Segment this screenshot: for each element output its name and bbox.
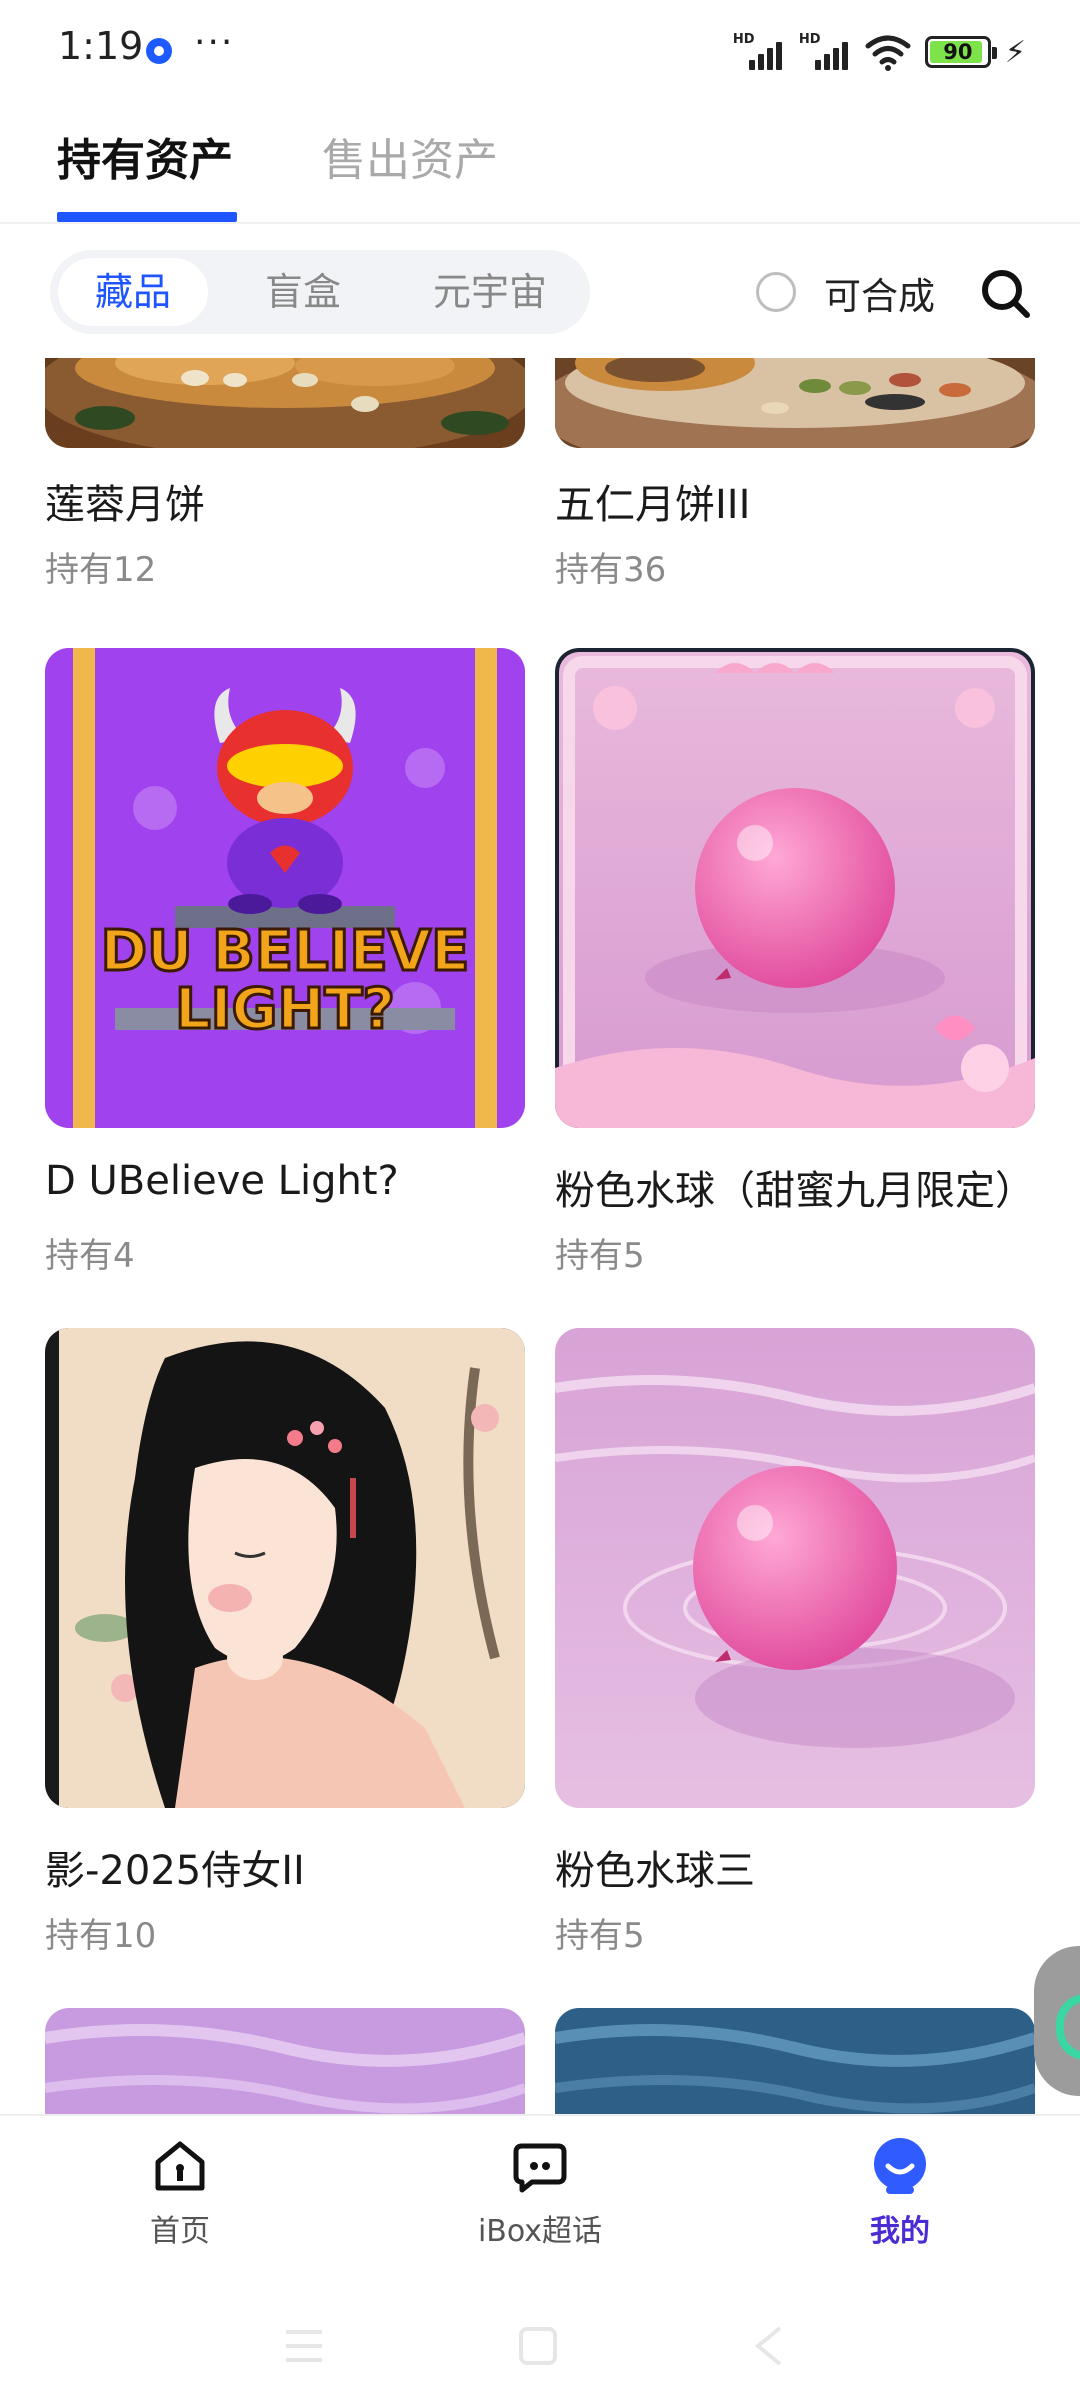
- collectible-card[interactable]: [555, 2008, 1035, 2114]
- asset-tabs: 持有资产 售出资产: [0, 100, 1080, 224]
- combinable-label[interactable]: 可合成: [824, 266, 935, 320]
- collectible-count: 持有10: [45, 1916, 157, 1956]
- profile-icon: [874, 2138, 926, 2194]
- nav-me-label: 我的: [870, 2214, 930, 2249]
- collectible-title: 影-2025侍女II: [45, 1848, 305, 1894]
- battery-icon: 90: [924, 36, 997, 68]
- collectible-card[interactable]: 五仁月饼III 持有36: [555, 358, 1035, 598]
- status-time: 1:19: [58, 24, 144, 68]
- segment-collectibles[interactable]: 藏品: [58, 258, 208, 326]
- app-notification-icon: [146, 38, 172, 64]
- nav-home-label: 首页: [150, 2214, 210, 2249]
- nav-chat-label: iBox超话: [477, 2214, 603, 2249]
- collectible-card[interactable]: 影-2025侍女II 持有10: [45, 1328, 525, 1968]
- home-icon: [155, 2141, 205, 2191]
- collectible-card[interactable]: [45, 2008, 525, 2114]
- nav-home[interactable]: 首页: [80, 2136, 280, 2250]
- more-notifications-icon: ···: [194, 22, 235, 63]
- collectible-card[interactable]: 粉色水球（甜蜜九月限定） 持有5: [555, 648, 1035, 1288]
- collectible-image: [555, 2008, 1035, 2114]
- collectible-count: 持有5: [555, 1236, 645, 1276]
- back-icon[interactable]: [754, 2326, 784, 2366]
- collectible-card[interactable]: DU BELIEVE LIGHT? D UBelieve Light? 持有4: [45, 648, 525, 1288]
- artwork-text: DU BELIEVE: [101, 919, 470, 984]
- bottom-nav: 首页 iBox超话 我的: [0, 2114, 1080, 2284]
- wifi-icon: [865, 35, 911, 71]
- collectible-title: 五仁月饼III: [555, 482, 751, 528]
- collectible-image: [45, 1328, 525, 1808]
- segment-blind-box[interactable]: 盲盒: [238, 258, 368, 326]
- charging-icon: ⚡: [1004, 34, 1026, 70]
- status-icons: HD HD 90 ⚡: [733, 30, 1026, 74]
- collectible-title: 莲蓉月饼: [45, 482, 205, 528]
- collectible-title: 粉色水球三: [555, 1848, 755, 1894]
- collectible-title: D UBelieve Light?: [45, 1158, 399, 1204]
- tab-sold-assets[interactable]: 售出资产: [322, 124, 498, 188]
- signal-icon-2: HD: [799, 32, 851, 72]
- collectible-card[interactable]: 粉色水球三 持有5: [555, 1328, 1035, 1968]
- nav-me[interactable]: 我的: [800, 2136, 1000, 2250]
- collectible-image: DU BELIEVE LIGHT?: [45, 648, 525, 1128]
- collectible-image: [555, 648, 1035, 1128]
- collectible-image: [45, 358, 525, 448]
- combinable-radio[interactable]: [756, 272, 796, 312]
- home-button-icon[interactable]: [518, 2326, 558, 2366]
- collectible-grid: 莲蓉月饼 持有12 五仁月饼III 持有36 DU BELIEVE LIGHT?…: [0, 358, 1080, 2114]
- collectible-image: [45, 2008, 525, 2114]
- collectible-count: 持有5: [555, 1916, 645, 1956]
- collectible-image: [555, 358, 1035, 448]
- screen: 1:19 ··· HD HD 90 ⚡ 持有资产 售出资产 藏品 盲盒 元宇宙 …: [0, 0, 1080, 2400]
- floating-assistant-button[interactable]: [1034, 1946, 1080, 2096]
- collectible-card[interactable]: 莲蓉月饼 持有12: [45, 358, 525, 598]
- artwork-text: LIGHT?: [175, 977, 395, 1042]
- tab-held-assets[interactable]: 持有资产: [57, 124, 233, 188]
- nav-chat[interactable]: iBox超话: [440, 2136, 640, 2250]
- menu-icon[interactable]: [284, 2328, 324, 2364]
- system-nav-bar: [0, 2284, 1080, 2400]
- segment-metaverse[interactable]: 元宇宙: [400, 258, 580, 326]
- collectible-count: 持有4: [45, 1236, 135, 1276]
- active-tab-indicator: [57, 212, 237, 222]
- status-bar: 1:19 ··· HD HD 90 ⚡: [0, 0, 1080, 100]
- search-icon[interactable]: [978, 266, 1032, 320]
- collectible-count: 持有36: [555, 550, 667, 590]
- collectible-count: 持有12: [45, 550, 157, 590]
- collectible-title: 粉色水球（甜蜜九月限定）: [555, 1168, 1035, 1214]
- category-segment: 藏品 盲盒 元宇宙: [50, 250, 590, 334]
- chat-icon: [513, 2143, 567, 2193]
- collectible-image: [555, 1328, 1035, 1808]
- signal-icon: HD: [733, 32, 785, 72]
